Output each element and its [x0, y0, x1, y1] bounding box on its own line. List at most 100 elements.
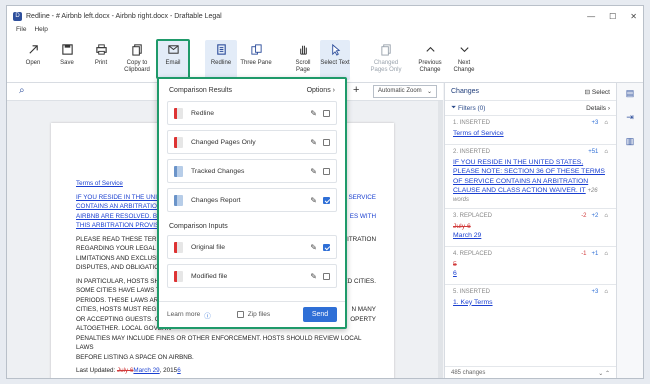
- save-icon: [61, 44, 73, 55]
- changes-title: Changes: [451, 88, 480, 95]
- changes-count: 485 changes: [451, 370, 486, 376]
- info-icon[interactable]: ⓘ: [204, 310, 211, 320]
- zoom-in-icon[interactable]: +: [353, 84, 359, 96]
- search-icon[interactable]: ⌕: [19, 85, 25, 96]
- close-icon[interactable]: ✕: [630, 12, 637, 21]
- copy-to-clipboard-button[interactable]: Copy to Clipboard: [119, 40, 155, 80]
- next-change-button[interactable]: Next Change: [449, 40, 479, 80]
- scroll-page-label: Scroll Page: [295, 60, 311, 73]
- export-icon[interactable]: ⇥: [624, 112, 636, 124]
- input-original-label: Original file: [191, 243, 225, 251]
- filters-label[interactable]: Filters (0): [458, 105, 485, 112]
- change-item[interactable]: 2. INSERTED +51 ⌂ IF YOU RESIDE IN THE UNI…: [445, 145, 616, 209]
- result-changes-report-checkbox[interactable]: [323, 196, 330, 204]
- compare-icon[interactable]: ▤: [624, 88, 636, 100]
- doc-tos: Terms of Service: [76, 180, 123, 187]
- down-icon: [459, 47, 469, 53]
- edit-icon[interactable]: ✎: [310, 196, 317, 205]
- edit-icon[interactable]: ✎: [310, 138, 317, 147]
- open-button[interactable]: Open: [17, 40, 49, 80]
- app-window: D Redline - # Airbnb left.docx - Airbnb …: [6, 5, 644, 379]
- open-label: Open: [25, 60, 41, 66]
- doc-p1d: THIS ARBITRATION PROVISIO: [76, 222, 166, 229]
- edit-icon[interactable]: ✎: [310, 167, 317, 176]
- redline-button[interactable]: Redline: [205, 40, 237, 80]
- email-highlight: [156, 39, 190, 79]
- copy-icon: [131, 44, 142, 56]
- redline-icon: [216, 44, 226, 55]
- pdf-file-icon: [174, 270, 183, 282]
- right-rail: ▤ ⇥ ▥: [616, 83, 643, 378]
- print-button[interactable]: Print: [85, 40, 117, 80]
- doc-r2: ES WITH: [349, 212, 376, 220]
- word-file-icon: [174, 194, 183, 206]
- panel-footer: Learn more ⓘ Zip files Send: [159, 301, 345, 327]
- minimize-icon[interactable]: —: [587, 12, 595, 21]
- email-options-panel: Comparison Results Options › Redline ✎ Ch…: [157, 77, 347, 329]
- stats-icon[interactable]: ▥: [624, 136, 636, 148]
- changed-pages-icon: [380, 44, 391, 56]
- pdf-file-icon: [174, 241, 183, 253]
- input-original-checkbox[interactable]: [323, 243, 330, 251]
- doc-r4: ED CITIES.: [343, 277, 376, 285]
- send-label: Send: [311, 311, 329, 318]
- filter-icon[interactable]: ⏷: [451, 104, 456, 112]
- result-tracked-changes[interactable]: Tracked Changes ✎: [167, 159, 337, 183]
- change-item[interactable]: 3. REPLACED -2 +2 ⌂ July 6 March 29: [445, 209, 616, 247]
- previous-change-label: Previous Change: [418, 60, 442, 73]
- result-changes-report[interactable]: Changes Report ✎: [167, 188, 337, 212]
- tag-icon[interactable]: ⌂: [604, 289, 608, 295]
- change-item[interactable]: 4. REPLACED -1 +1 ⌂ 5 6: [445, 247, 616, 285]
- change-head: 3. REPLACED: [453, 212, 493, 219]
- result-changed-pages[interactable]: Changed Pages Only ✎: [167, 130, 337, 154]
- result-tracked-changes-checkbox[interactable]: [323, 167, 330, 175]
- result-changed-pages-label: Changed Pages Only: [191, 138, 256, 146]
- menu-file[interactable]: File: [16, 26, 26, 38]
- edit-icon[interactable]: ✎: [310, 243, 317, 252]
- result-redline[interactable]: Redline ✎: [167, 101, 337, 125]
- zip-files-checkbox[interactable]: [236, 311, 244, 318]
- maximize-icon[interactable]: ☐: [609, 12, 616, 21]
- document-scrollbar[interactable]: [438, 101, 443, 378]
- word-file-icon: [174, 165, 183, 177]
- tag-icon[interactable]: ⌂: [604, 149, 608, 155]
- doc-p1: IF YOU RESIDE IN THE UNITED: [76, 193, 170, 201]
- change-count: +3: [591, 120, 599, 126]
- changed-pages-only-button[interactable]: Changed Pages Only: [367, 40, 405, 80]
- send-button[interactable]: Send: [303, 307, 337, 322]
- open-icon: [28, 45, 38, 54]
- copy-label: Copy to Clipboard: [124, 60, 150, 73]
- previous-change-button[interactable]: Previous Change: [413, 40, 447, 80]
- edit-icon[interactable]: ✎: [310, 109, 317, 118]
- details-button[interactable]: Details ›: [586, 105, 610, 112]
- scroll-page-button[interactable]: Scroll Page: [288, 40, 318, 80]
- tag-icon[interactable]: ⌂: [604, 120, 608, 126]
- zoom-select[interactable]: Automatic Zoom ⌄: [373, 85, 437, 98]
- app-logo-icon: D: [13, 11, 22, 21]
- change-head: 1. INSERTED: [453, 120, 490, 126]
- input-modified-checkbox[interactable]: [323, 272, 330, 280]
- inputs-heading: Comparison Inputs: [169, 222, 228, 230]
- edit-icon[interactable]: ✎: [310, 272, 317, 281]
- result-redline-checkbox[interactable]: [323, 109, 330, 117]
- change-item[interactable]: 5. INSERTED +3 ⌂ 1. Key Terms: [445, 285, 616, 313]
- tag-icon[interactable]: ⌂: [604, 213, 608, 219]
- input-modified[interactable]: Modified file ✎: [167, 264, 337, 288]
- change-old: July 6: [453, 222, 471, 230]
- select-text-label: Select Text: [320, 60, 350, 66]
- pdf-file-icon: [174, 136, 183, 148]
- select-button[interactable]: ⊟ Select: [585, 88, 610, 96]
- select-text-button[interactable]: Select Text: [320, 40, 350, 80]
- nav-arrows-icon[interactable]: ⌄ ⌃: [598, 370, 610, 377]
- save-button[interactable]: Save: [51, 40, 83, 80]
- learn-more-link[interactable]: Learn more: [167, 311, 200, 318]
- tag-icon[interactable]: ⌂: [604, 251, 608, 257]
- result-changed-pages-checkbox[interactable]: [323, 138, 330, 146]
- change-item[interactable]: 1. INSERTED +3 ⌂ Terms of Service: [445, 116, 616, 145]
- options-link[interactable]: Options ›: [307, 87, 335, 94]
- menu-help[interactable]: Help: [34, 26, 47, 38]
- three-pane-button[interactable]: Three Pane: [239, 40, 273, 80]
- title-bar: D Redline - # Airbnb left.docx - Airbnb …: [7, 6, 643, 26]
- input-original[interactable]: Original file ✎: [167, 235, 337, 259]
- result-changes-report-label: Changes Report: [191, 196, 241, 204]
